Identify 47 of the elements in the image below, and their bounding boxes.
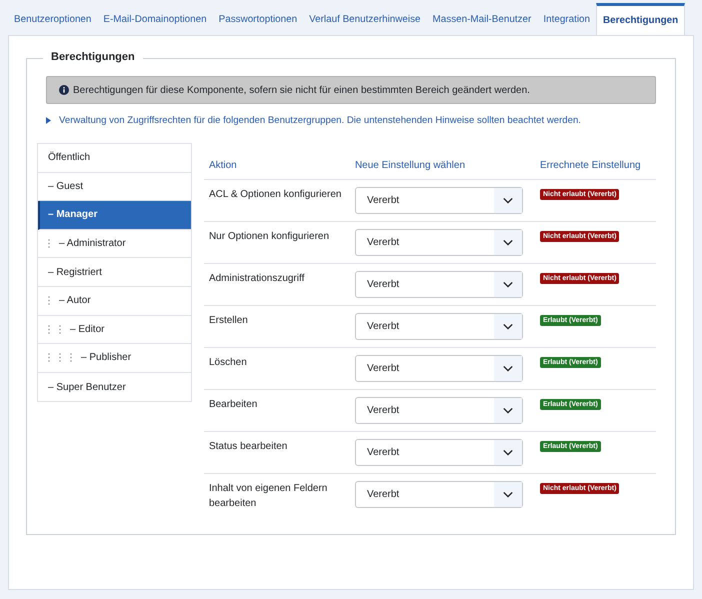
chevron-down-icon [502,449,513,456]
group-item[interactable]: Öffentlich [38,144,191,173]
tab[interactable]: Passwortoptionen [212,3,304,35]
chevron-down-icon [502,407,513,414]
setting-select[interactable]: Vererbt [354,187,523,214]
setting-select[interactable]: Vererbt [354,271,523,298]
action-cell: Erstellen [204,306,350,348]
chevron-down-icon [502,323,513,330]
chevron-down-icon [502,239,513,246]
tab[interactable]: E-Mail-Domainoptionen [97,3,213,35]
chevron-down-icon [502,281,513,288]
group-item[interactable]: – Editor [38,316,191,344]
setting-select[interactable]: Vererbt [354,439,523,466]
setting-select[interactable]: Vererbt [354,229,523,256]
group-item[interactable]: – Registriert [38,258,191,287]
action-cell: ACL & Optionen konfigurieren [204,180,350,222]
toggle-link[interactable]: Verwaltung von Zugriffsrechten für die folgenden Benutzergruppen. Die untenstehenden Hinweise sollten beachtet werden. [59,115,581,126]
action-cell: Löschen [204,348,350,390]
setting-select[interactable]: Vererbt [354,481,523,508]
setting-select[interactable]: Vererbt [354,397,523,424]
info-icon [59,85,69,95]
tab[interactable]: Massen-Mail-Benutzer [426,3,538,35]
triangle-icon [46,117,51,124]
group-item[interactable]: – Super Benutzer [38,372,191,402]
group-item[interactable]: – Autor [38,286,191,316]
column-header: Neue Einstellung wählen [350,154,535,180]
chevron-down-icon [502,491,513,498]
tab[interactable]: Integration [537,3,596,35]
action-cell: Status bearbeiten [204,432,350,474]
tab[interactable]: Benutzeroptionen [8,3,98,35]
setting-select[interactable]: Vererbt [354,313,523,340]
group-item[interactable]: – Publisher [38,344,191,373]
column-header: Aktion [204,154,350,180]
chevron-down-icon [502,197,513,204]
tab[interactable]: Berechtigungen [596,3,686,35]
action-cell: Inhalt von eigenen Feldern bearbeiten [204,474,350,517]
alert-text: Berechtigungen für diese Komponente, sofern sie nicht für einen bestimmten Bereich geändert werden. [73,84,530,96]
action-cell: Bearbeiten [204,390,350,432]
column-header: Errechnete Einstellung [534,154,656,180]
action-cell: Nur Optionen konfigurieren [204,222,350,264]
tab[interactable]: Verlauf Benutzerhinweise [303,3,427,35]
fieldset-legend: Berechtigungen [43,51,143,63]
setting-select[interactable]: Vererbt [354,355,523,382]
group-item[interactable]: – Manager [38,201,191,230]
chevron-down-icon [502,365,513,372]
group-item[interactable]: – Administrator [38,230,191,258]
action-cell: Administrationszugriff [204,264,350,306]
